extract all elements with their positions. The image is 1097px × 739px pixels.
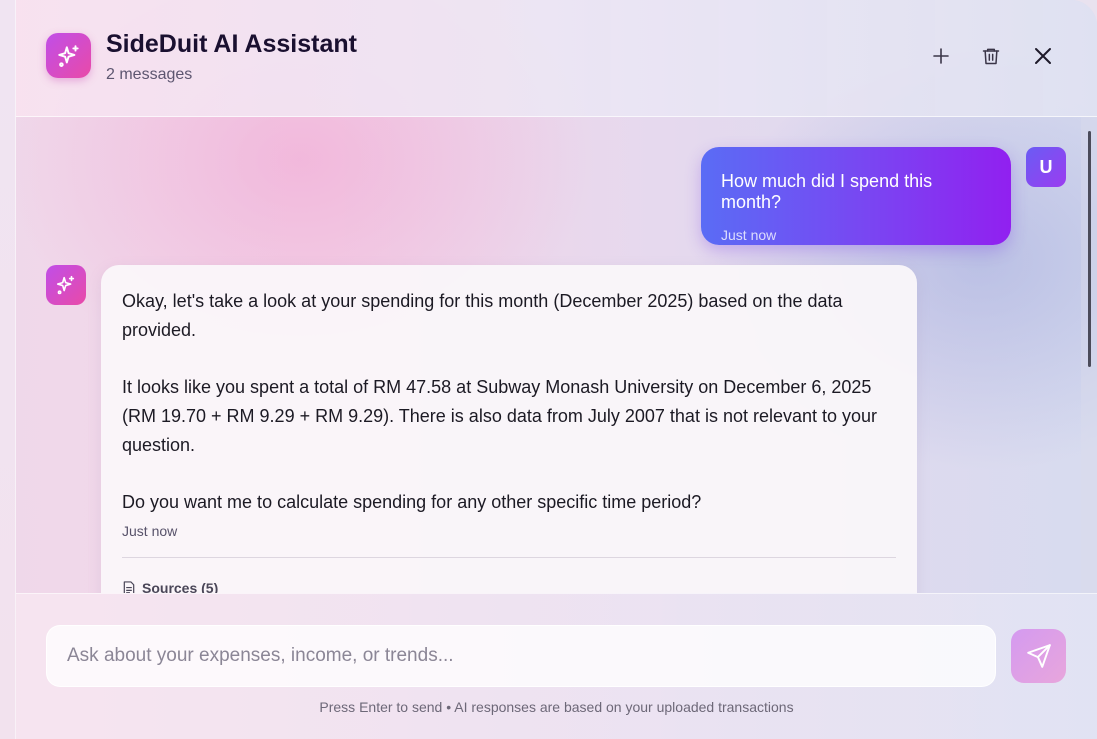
message-input[interactable] <box>46 625 996 687</box>
sources-toggle[interactable]: Sources (5) <box>122 580 896 593</box>
composer-hint: Press Enter to send • AI responses are b… <box>319 699 794 715</box>
close-button[interactable] <box>1027 40 1059 72</box>
divider <box>122 557 896 558</box>
composer: Press Enter to send • AI responses are b… <box>16 593 1097 739</box>
sparkles-logo-icon <box>46 33 91 78</box>
user-avatar: U <box>1026 147 1066 187</box>
message-count: 2 messages <box>106 66 193 83</box>
new-chat-button[interactable] <box>925 40 957 72</box>
send-button[interactable] <box>1011 629 1066 683</box>
header: SideDuit AI Assistant 2 messages <box>16 0 1097 117</box>
page-title: SideDuit AI Assistant <box>106 30 357 58</box>
clear-chat-button[interactable] <box>975 40 1007 72</box>
assistant-message: Okay, let's take a look at your spending… <box>101 265 917 593</box>
document-icon <box>123 580 135 593</box>
user-message-time: Just now <box>721 227 777 243</box>
user-message-text: How much did I spend this month? <box>721 171 933 212</box>
close-icon <box>1035 48 1051 64</box>
send-icon <box>1026 644 1051 668</box>
assistant-paragraph: Okay, let's take a look at your spending… <box>122 291 843 340</box>
scrollbar-thumb[interactable] <box>1088 131 1091 367</box>
assistant-paragraph: Do you want me to calculate spending for… <box>122 492 702 512</box>
window-edge <box>0 0 16 739</box>
assistant-paragraph: It looks like you spent a total of RM 47… <box>122 377 878 455</box>
assistant-window: SideDuit AI Assistant 2 messages How muc… <box>0 0 1097 739</box>
assistant-avatar-sparkles-icon <box>46 265 86 305</box>
message-list[interactable]: How much did I spend this month? Just no… <box>16 117 1081 593</box>
sources-label: Sources (5) <box>142 580 219 593</box>
plus-icon <box>933 48 949 64</box>
trash-icon <box>982 48 1000 65</box>
assistant-message-time: Just now <box>122 523 178 539</box>
scrollbar[interactable] <box>1081 117 1097 593</box>
user-message: How much did I spend this month? Just no… <box>701 147 1011 245</box>
